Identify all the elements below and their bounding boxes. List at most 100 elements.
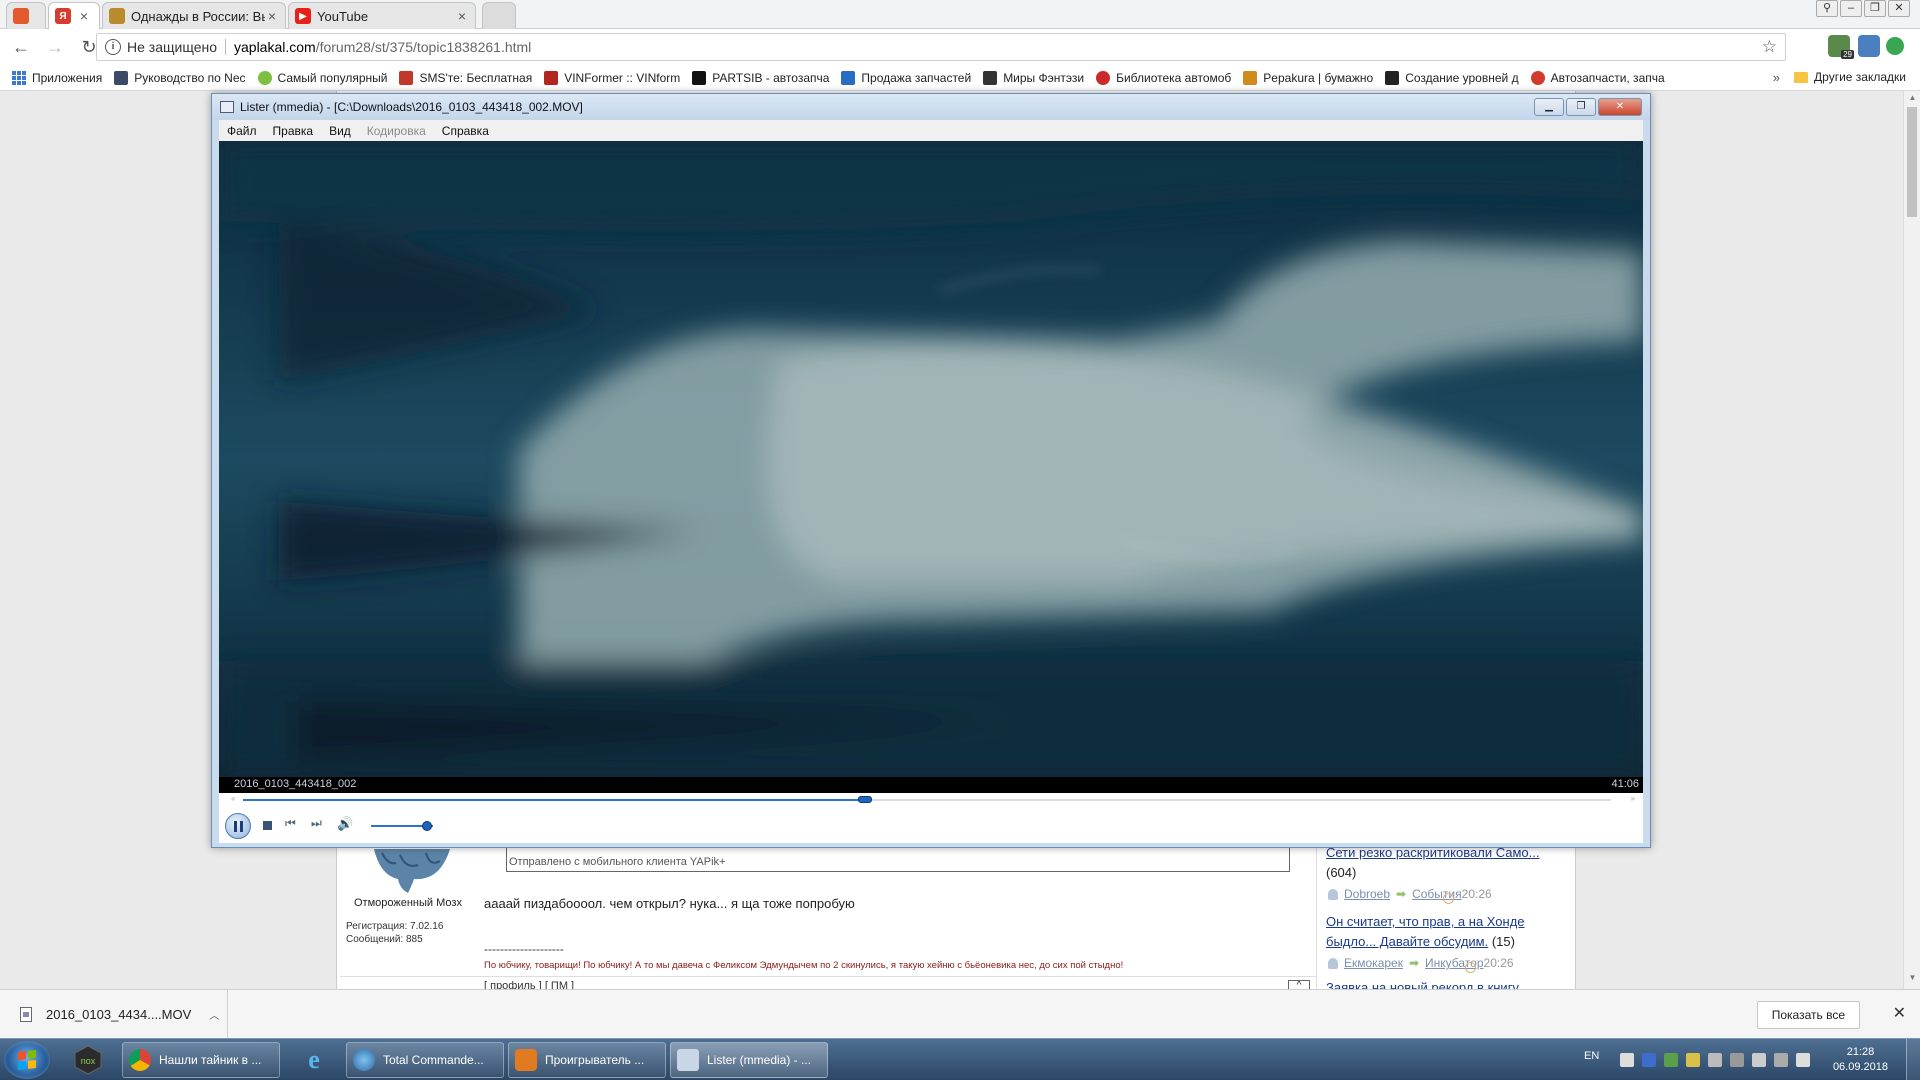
taskbar-label: Нашли тайник в ... — [159, 1053, 262, 1067]
new-tab-button[interactable] — [482, 2, 516, 29]
windows-logo-icon — [18, 1050, 36, 1070]
scroll-down-icon[interactable]: ▼ — [1904, 973, 1920, 987]
tray-app-icon[interactable] — [1642, 1053, 1656, 1067]
taskbar-media-player[interactable]: Проигрыватель ... — [508, 1042, 666, 1078]
clock[interactable]: 21:28 06.09.2018 — [1833, 1045, 1888, 1075]
seek-bar[interactable] — [243, 796, 1611, 803]
menu-file[interactable]: Файл — [219, 124, 265, 138]
tray-app-icon[interactable] — [1708, 1053, 1722, 1067]
tab-pinned-1[interactable] — [6, 2, 46, 29]
video-frame[interactable] — [219, 141, 1643, 777]
menu-encoding[interactable]: Кодировка — [359, 124, 434, 138]
menu-help[interactable]: Справка — [434, 124, 497, 138]
restore-button[interactable]: ❐ — [1864, 0, 1886, 17]
network-icon[interactable] — [1774, 1053, 1788, 1067]
minimize-button[interactable]: – — [1840, 0, 1862, 17]
bookmarks-overflow-icon[interactable]: » — [1773, 70, 1780, 85]
bookmark-label: SMS'те: Бесплатная — [419, 70, 533, 85]
bookmark-item[interactable]: VINFormer :: VINform — [544, 70, 680, 85]
address-bar[interactable]: i Не защищено yaplakal.com /forum28/st/3… — [96, 33, 1786, 61]
sidebar-topic[interactable]: Заявка на новый рекорд в книгу — [1326, 980, 1519, 989]
topic-author[interactable]: Dobroeb — [1344, 887, 1390, 901]
previous-icon[interactable]: ⏮ — [285, 816, 296, 831]
sidebar-topic-title[interactable]: Он считает, что прав, а на Хонде — [1326, 914, 1525, 929]
tray-app-icon[interactable] — [1730, 1053, 1744, 1067]
scroll-thumb[interactable] — [1907, 107, 1917, 217]
taskbar-lister[interactable]: Lister (mmedia) - ... — [670, 1042, 828, 1078]
sidebar-topic-title-2[interactable]: быдло... Давайте обсудим. — [1326, 934, 1488, 949]
bookmark-item[interactable]: Самый популярный — [257, 70, 387, 85]
start-button[interactable] — [4, 1041, 50, 1079]
tab-close-icon[interactable]: × — [77, 8, 91, 24]
taskbar-total-commander[interactable]: Total Commande... — [346, 1042, 504, 1078]
bookmark-item[interactable]: Библиотека автомоб — [1096, 70, 1231, 85]
bookmark-item[interactable]: Автозапчасти, запча — [1530, 70, 1665, 85]
volume-handle[interactable] — [421, 821, 432, 831]
show-all-button[interactable]: Показать все — [1756, 1001, 1860, 1029]
other-bookmarks[interactable]: Другие закладки — [1794, 70, 1906, 84]
tab-yaplakal-active[interactable]: Я × — [48, 2, 100, 29]
back-arrow-icon[interactable]: ← — [8, 34, 34, 60]
seek-bar-area: « » — [219, 793, 1643, 807]
topic-author[interactable]: Екмокарек — [1344, 956, 1403, 970]
close-button[interactable]: ✕ — [1598, 98, 1642, 116]
bookmark-item[interactable]: Руководство по Nec — [114, 70, 246, 85]
bookmark-apps[interactable]: Приложения — [12, 70, 102, 85]
menu-view[interactable]: Вид — [321, 124, 359, 138]
download-item[interactable]: 2016_0103_4434....MOV ︿ — [0, 990, 228, 1038]
bookmarks-bar: Приложения Руководство по Nec Самый попу… — [0, 65, 1920, 91]
bookmark-item[interactable]: PARTSIB - автозапча — [692, 70, 829, 85]
scroll-up-icon[interactable]: ▲ — [1904, 93, 1920, 107]
page-scrollbar[interactable]: ▲ ▼ — [1903, 91, 1920, 989]
extension-icon[interactable]: 29 — [1828, 35, 1854, 59]
bookmark-item[interactable]: Миры Фэнтэзи — [983, 70, 1084, 85]
minimize-button[interactable]: ▁ — [1534, 98, 1564, 116]
sidebar-topic-title[interactable]: Заявка на новый рекорд в книгу — [1326, 980, 1519, 989]
internet-explorer-icon[interactable]: e — [290, 1043, 338, 1077]
system-tray: EN 21:28 06.09.2018 — [1560, 1039, 1920, 1080]
sidebar-topic[interactable]: Он считает, что прав, а на Хонде — [1326, 914, 1525, 929]
next-icon[interactable]: ⏭ — [311, 816, 322, 831]
stop-button[interactable] — [263, 821, 272, 830]
pause-button[interactable] — [225, 813, 251, 839]
bookmark-item[interactable]: Pepakura | бумажно — [1243, 70, 1373, 85]
bookmark-item[interactable]: Продажа запчастей — [841, 70, 971, 85]
close-icon[interactable]: ✕ — [1893, 1003, 1906, 1023]
extension-icon[interactable] — [1858, 35, 1880, 57]
extension-icon[interactable] — [1886, 37, 1904, 55]
bookmark-favicon-icon — [1530, 70, 1545, 85]
seek-handle[interactable] — [858, 796, 873, 803]
bookmark-favicon-icon — [399, 70, 414, 85]
tab-favicon-icon — [13, 8, 29, 24]
bookmark-label: Руководство по Nec — [134, 70, 246, 85]
flag-icon[interactable] — [1752, 1053, 1766, 1067]
tray-app-icon[interactable] — [1686, 1053, 1700, 1067]
tab-close-icon[interactable]: × — [455, 8, 469, 24]
tab-odnazhdy[interactable]: Однажды в России: Вы × — [102, 2, 286, 29]
show-desktop-button[interactable] — [1906, 1039, 1920, 1080]
bookmark-item[interactable]: Создание уровней д — [1385, 70, 1519, 85]
bookmark-item[interactable]: SMS'те: Бесплатная — [399, 70, 533, 85]
topic-category[interactable]: События — [1412, 887, 1462, 901]
lister-title: Lister (mmedia) - [C:\Downloads\2016_010… — [240, 100, 583, 114]
volume-icon[interactable]: 🔊 — [337, 816, 353, 832]
forward-arrow-icon[interactable]: → — [42, 34, 68, 60]
user-profile-icon[interactable]: ⚲ — [1816, 0, 1838, 17]
menu-edit[interactable]: Правка — [265, 124, 322, 138]
forum-user-nick[interactable]: Отмороженный Мозх — [354, 897, 462, 909]
tray-app-icon[interactable] — [1664, 1053, 1678, 1067]
bookmark-star-icon[interactable]: ☆ — [1762, 37, 1777, 57]
speaker-icon[interactable] — [1796, 1053, 1810, 1067]
info-icon[interactable]: i — [105, 39, 121, 55]
lister-titlebar[interactable]: Lister (mmedia) - [C:\Downloads\2016_010… — [212, 94, 1650, 120]
taskbar-chrome[interactable]: Нашли тайник в ... — [122, 1042, 280, 1078]
nox-app-icon[interactable]: nox — [64, 1043, 112, 1077]
sidebar-topic[interactable]: быдло... Давайте обсудим. (15) — [1326, 934, 1515, 949]
chevron-up-icon[interactable]: ︿ — [209, 1007, 219, 1022]
maximize-button[interactable]: ❐ — [1566, 98, 1596, 116]
language-indicator[interactable]: EN — [1584, 1050, 1599, 1062]
tab-youtube[interactable]: ▶ YouTube × — [288, 2, 476, 29]
tab-close-icon[interactable]: × — [265, 8, 279, 24]
tray-app-icon[interactable] — [1620, 1053, 1634, 1067]
close-button[interactable]: ✕ — [1888, 0, 1910, 17]
